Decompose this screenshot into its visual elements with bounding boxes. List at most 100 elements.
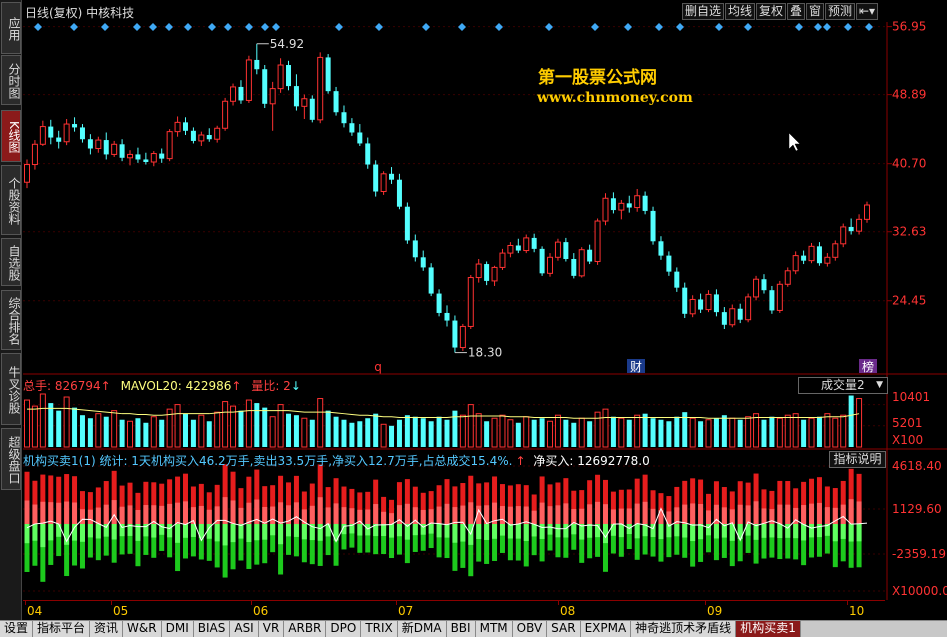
volume-bar <box>626 419 632 447</box>
buy-bar-inner <box>349 508 355 524</box>
sell-bar-inner <box>547 524 553 535</box>
indicator-tab[interactable]: ARBR <box>284 621 327 637</box>
volume-bar <box>475 413 482 448</box>
candle-body <box>24 164 30 183</box>
indicator-explain-button[interactable]: 指标说明 <box>829 451 886 468</box>
indicator-tab[interactable]: BBI <box>446 621 476 637</box>
chart-canvas[interactable]: 56.95 48.89 40.70 32.63 24.45 54.92 18.30 q 财 榜 10… <box>0 0 947 620</box>
event-marker-financial: 财 <box>630 360 642 374</box>
candle-body <box>563 242 569 259</box>
volume-bar <box>174 404 181 448</box>
sell-bar-inner <box>801 524 807 541</box>
sell-bar-inner <box>238 524 244 539</box>
indicator-tab[interactable]: DPO <box>326 621 362 637</box>
volume-bar <box>269 416 276 448</box>
candle-body <box>190 130 196 141</box>
indicator-tab[interactable]: 设置 <box>0 621 34 637</box>
volume-bar <box>206 421 212 447</box>
indicator-tab[interactable]: 神奇逃顶术矛盾线 <box>631 621 737 637</box>
volume-bar <box>214 411 221 448</box>
indicator-tab[interactable]: 指标平台 <box>33 621 91 637</box>
candle-body <box>245 59 252 101</box>
indicator-tab[interactable]: DMI <box>161 621 194 637</box>
buy-bar-inner <box>816 502 822 524</box>
sell-bar-inner <box>682 524 688 538</box>
sell-bar-inner <box>571 524 577 535</box>
indicator-axis-label: -2359.19 <box>892 547 946 561</box>
volume-bar <box>745 416 752 448</box>
sell-bar-inner <box>32 524 38 541</box>
volume-bar <box>56 410 62 447</box>
buy-bar-inner <box>587 504 593 524</box>
indicator-tab[interactable]: BIAS <box>193 621 231 637</box>
candle-body <box>396 179 402 207</box>
sell-bar-inner <box>507 524 513 539</box>
price-tick-label: 40.70 <box>892 157 926 171</box>
sell-bar-inner <box>555 524 561 538</box>
indicator-tab[interactable]: MTM <box>475 621 513 637</box>
indicator-tab[interactable]: 资讯 <box>90 621 124 637</box>
volume-bar <box>602 408 609 448</box>
volume-bar <box>119 419 125 447</box>
sell-bar-inner <box>626 524 632 535</box>
candle-body <box>689 298 696 315</box>
candle-body <box>761 279 767 291</box>
buy-bar-inner <box>610 509 616 524</box>
event-diamond-icon <box>495 23 503 31</box>
candle-body <box>745 296 752 321</box>
buy-bar-inner <box>175 502 181 524</box>
buy-bar-inner <box>650 508 656 524</box>
indicator-tab[interactable]: VR <box>258 621 285 637</box>
indicator-tab[interactable]: TRIX <box>361 621 398 637</box>
sell-bar-inner <box>460 524 466 542</box>
volume-bar <box>856 398 863 448</box>
indicator-tab[interactable]: 机构买卖1 <box>736 621 801 637</box>
indicator-tab[interactable]: ASI <box>230 621 259 637</box>
sell-bar-inner <box>832 524 838 542</box>
candle-body <box>349 123 355 133</box>
indicator-tab[interactable]: EXPMA <box>580 621 632 637</box>
up-arrow-icon: ↑ <box>515 454 526 468</box>
volume-bar <box>531 419 537 447</box>
event-marker-ranking: 榜 <box>862 359 874 374</box>
indicator-tab[interactable]: 新DMA <box>397 621 447 637</box>
indicator-tab[interactable]: SAR <box>547 621 581 637</box>
buy-bar-inner <box>634 503 640 524</box>
event-diamond-icon <box>814 23 822 31</box>
up-arrow-icon: ↑ <box>231 379 242 393</box>
volume-bar <box>832 417 839 448</box>
candle-body <box>214 127 221 140</box>
candle-body <box>206 135 212 140</box>
volume-bar <box>95 413 102 448</box>
event-diamond-icon <box>744 23 752 31</box>
sell-bar-inner <box>563 524 569 538</box>
buy-bar-inner <box>436 506 442 524</box>
buy-bar-inner <box>460 505 466 524</box>
indicator-tab[interactable]: W&R <box>123 621 162 637</box>
volume-bar <box>571 422 577 447</box>
volume-bar <box>444 419 450 447</box>
event-diamond-icon <box>844 23 852 31</box>
candle-body <box>840 226 847 245</box>
buy-bar-inner <box>246 502 252 524</box>
indicator-tab[interactable]: OBV <box>512 621 548 637</box>
buy-bar-inner <box>333 503 339 524</box>
buy-bar-inner <box>848 499 854 524</box>
date-tick <box>25 601 26 605</box>
volume-bar <box>286 413 292 447</box>
sell-bar-inner <box>531 524 537 537</box>
candle-body <box>650 210 656 242</box>
volume-dropdown[interactable]: 成交量2 ▼ <box>798 377 888 394</box>
chevron-down-icon: ▼ <box>876 380 883 390</box>
candle-body <box>666 255 672 272</box>
candle-body <box>721 312 727 325</box>
candle-body <box>713 294 719 313</box>
candle-body <box>420 257 426 268</box>
volume-bar <box>365 418 371 447</box>
candle-body <box>587 249 593 262</box>
buy-bar-inner <box>563 503 569 524</box>
buy-bar-inner <box>547 506 553 524</box>
buy-bar-inner <box>745 505 751 524</box>
volume-bar <box>650 418 656 447</box>
buy-bar-inner <box>706 510 712 524</box>
